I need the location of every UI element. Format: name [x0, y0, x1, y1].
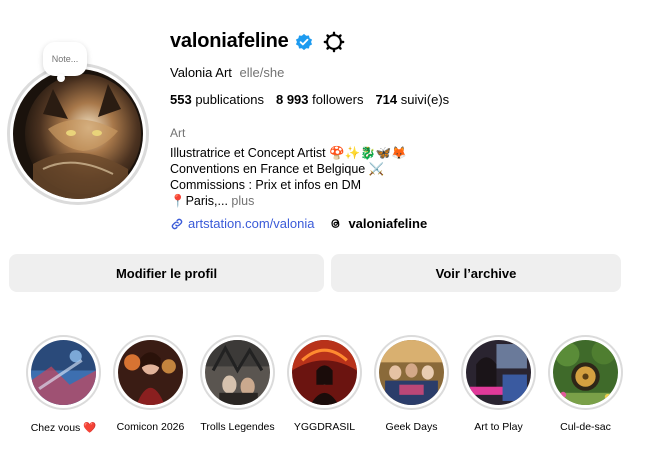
profile-note-bubble[interactable]: Note... [43, 42, 87, 82]
view-archive-button[interactable]: Voir l’archive [331, 254, 621, 292]
highlight-item[interactable]: Art to Play [455, 335, 542, 434]
highlight-label: Trolls Legendes [200, 421, 275, 433]
highlight-cover-image [466, 340, 531, 405]
verified-badge-icon [295, 33, 312, 50]
profile-avatar[interactable] [7, 63, 149, 205]
highlight-cover-image [118, 340, 183, 405]
highlight-label: YGGDRASIL [293, 421, 356, 433]
story-highlights: Chez vous ❤️ Comicon 2026 Trolls Legende… [20, 335, 629, 434]
heart-icon: ❤️ [83, 422, 97, 434]
display-name: Valonia Art [170, 65, 232, 80]
highlight-cover-image [292, 340, 357, 405]
highlight-item[interactable]: Geek Days [368, 335, 455, 434]
note-label: Note... [51, 54, 79, 64]
threads-icon [331, 219, 340, 228]
threads-link[interactable]: valoniafeline [328, 216, 427, 231]
threads-handle: valoniafeline [348, 216, 428, 231]
highlight-item[interactable]: Chez vous ❤️ [20, 335, 107, 434]
followers-count: 8 993 [275, 92, 309, 107]
highlight-item[interactable]: Trolls Legendes [194, 335, 281, 434]
highlight-label: Geek Days [385, 421, 438, 433]
bio-line: Illustratrice et Concept Artist 🍄✨🐉🦋🦊 [170, 146, 407, 160]
highlight-item[interactable]: YGGDRASIL [281, 335, 368, 434]
highlight-label: Comicon 2026 [116, 421, 185, 433]
profile-stats: 553 publications 8 993 followers 714 sui… [170, 92, 449, 107]
website-link-text: artstation.com/valonia [188, 216, 315, 231]
profile-category: Art [170, 126, 186, 140]
highlight-cover-image [31, 340, 96, 405]
profile-links: artstation.com/valonia valoniafeline [170, 216, 427, 231]
highlight-label: Art to Play [474, 421, 523, 433]
highlight-item[interactable]: Cul-de-sac [542, 335, 629, 434]
pronouns: elle/she [239, 65, 285, 80]
highlight-label: Chez vous ❤️ [31, 421, 97, 434]
highlight-cover-image [205, 340, 270, 405]
following-label: suivi(e)s [400, 92, 450, 107]
edit-profile-label: Modifier le profil [115, 265, 218, 281]
edit-profile-button[interactable]: Modifier le profil [9, 254, 324, 292]
website-link[interactable]: artstation.com/valonia [170, 216, 314, 231]
highlight-label-text: Chez vous [30, 422, 81, 434]
username-row: valoniafeline [170, 30, 345, 53]
profile-bio: Illustratrice et Concept Artist 🍄✨🐉🦋🦊 Co… [170, 145, 407, 209]
settings-gear-icon[interactable] [323, 31, 345, 53]
highlight-label: Cul-de-sac [560, 421, 611, 433]
posts-count: 553 [170, 92, 192, 107]
posts-label: publications [195, 92, 264, 107]
view-archive-label: Voir l’archive [435, 265, 517, 281]
username: valoniafeline [170, 30, 289, 52]
bio-location: 📍Paris,... [170, 194, 228, 208]
following-count: 714 [375, 92, 398, 107]
highlight-cover-image [379, 340, 444, 405]
avatar-image [13, 69, 143, 199]
link-icon [171, 218, 183, 229]
following-stat[interactable]: 714 suivi(e)s [375, 92, 449, 107]
highlight-cover-image [553, 340, 618, 405]
bio-line: Conventions en France et Belgique ⚔️ [170, 162, 385, 176]
bio-more-link[interactable]: plus [231, 194, 254, 208]
posts-stat: 553 publications [170, 92, 264, 107]
bio-line: 📍Paris,... plus [170, 193, 407, 209]
followers-label: followers [312, 92, 364, 107]
highlight-item[interactable]: Comicon 2026 [107, 335, 194, 434]
bio-line: Commissions : Prix et infos en DM [170, 178, 362, 192]
display-name-row: Valonia Art elle/she [170, 65, 284, 80]
followers-stat[interactable]: 8 993 followers [276, 92, 363, 107]
